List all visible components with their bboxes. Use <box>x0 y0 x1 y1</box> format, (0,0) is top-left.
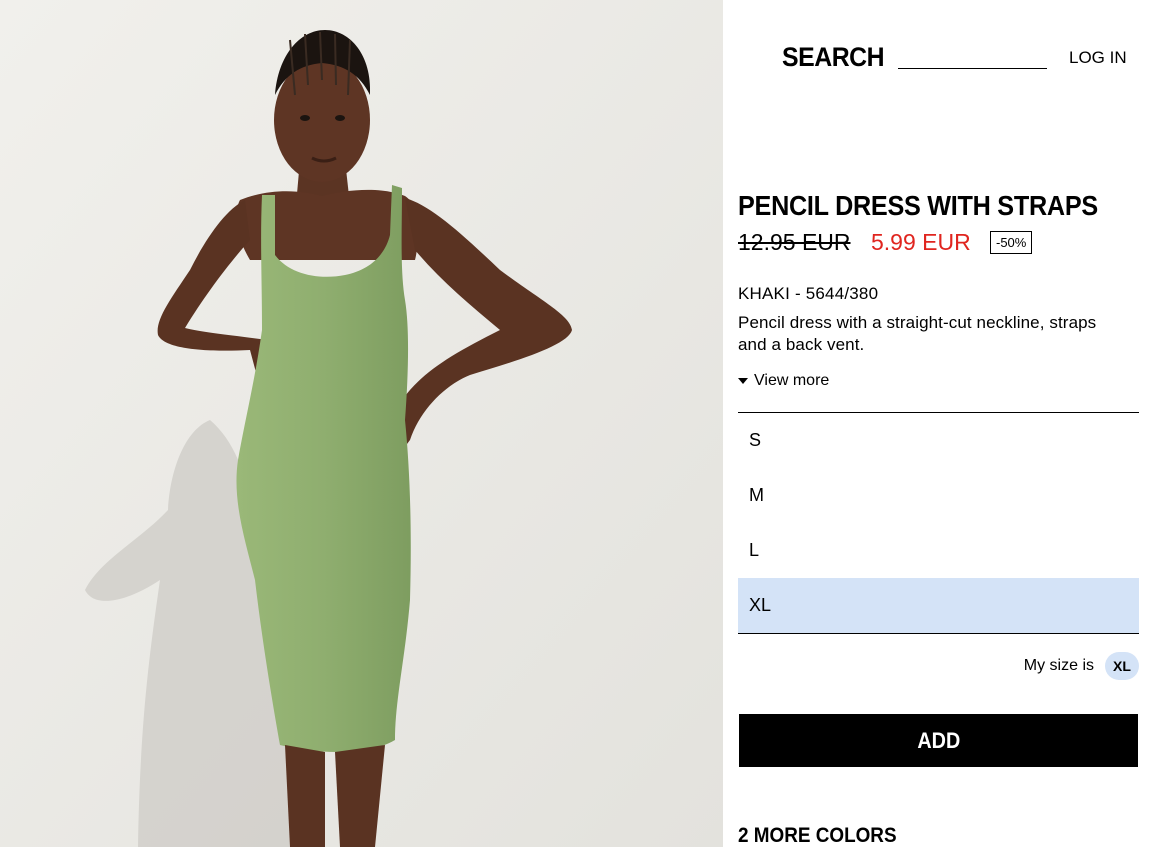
add-to-cart-button[interactable]: ADD <box>739 714 1138 767</box>
add-button-label: ADD <box>917 727 960 753</box>
view-more-toggle[interactable]: View more <box>738 372 829 390</box>
my-size-label: My size is <box>1023 657 1094 674</box>
product-image[interactable] <box>0 0 723 847</box>
more-colors-heading[interactable]: 2 MORE COLORS <box>738 824 897 848</box>
view-more-label: View more <box>754 372 830 389</box>
size-option-s[interactable]: S <box>738 413 1139 468</box>
size-option-xl[interactable]: XL <box>738 578 1139 633</box>
product-title: PENCIL DRESS WITH STRAPS <box>738 190 1098 221</box>
product-color-reference: KHAKI - 5644/380 <box>738 284 879 303</box>
sale-price: 5.99 EUR <box>871 229 971 255</box>
size-option-m[interactable]: M <box>738 468 1139 523</box>
search-input[interactable] <box>898 44 1047 69</box>
original-price: 12.95 EUR <box>738 229 851 255</box>
size-list: S M L XL <box>738 412 1139 634</box>
caret-down-icon <box>738 378 748 384</box>
product-photo-illustration <box>0 0 723 847</box>
my-size-badge[interactable]: XL <box>1105 652 1139 680</box>
discount-badge: -50% <box>990 231 1033 254</box>
search-label: SEARCH <box>782 42 885 72</box>
product-description: Pencil dress with a straight-cut necklin… <box>738 313 1097 354</box>
login-link[interactable]: LOG IN <box>1069 48 1127 68</box>
size-option-l[interactable]: L <box>738 523 1139 578</box>
